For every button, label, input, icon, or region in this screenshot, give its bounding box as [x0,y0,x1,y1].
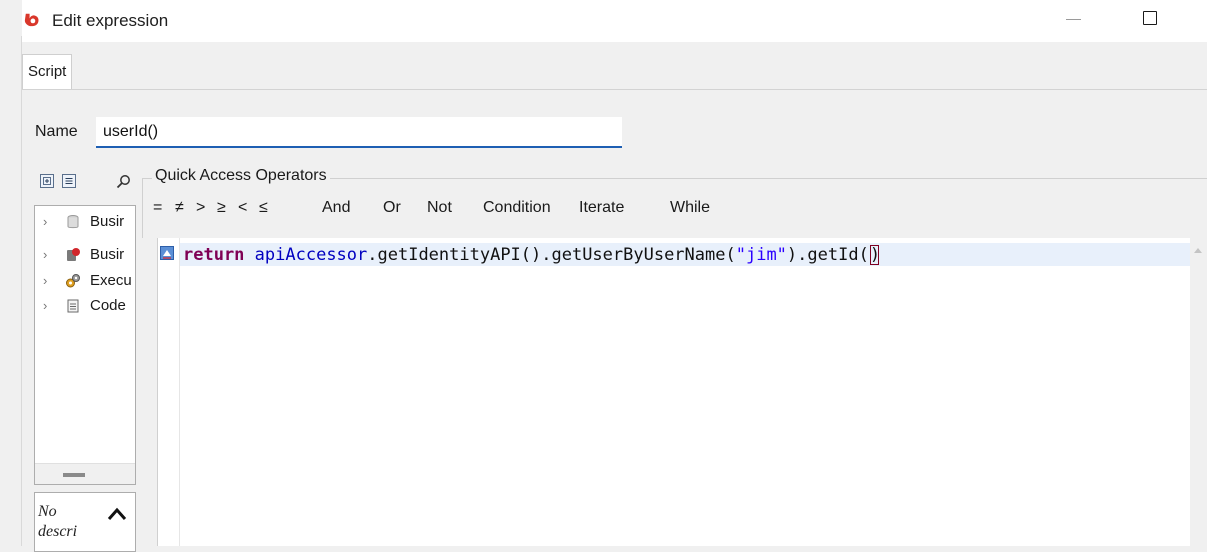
quick-access-title: Quick Access Operators [152,167,330,185]
chevron-right-icon[interactable]: › [43,295,47,317]
name-label: Name [35,123,78,140]
gears-icon [66,274,80,288]
tab-bar: Script [22,54,1207,90]
tree-item-label: Execu [90,272,132,289]
code-method-chain: .getIdentityAPI().getUserByUserName( [367,245,736,265]
operator-less-equal[interactable]: ≤ [259,199,268,217]
chevron-right-icon[interactable]: › [43,270,47,292]
operator-equals[interactable]: = [153,199,162,217]
chevron-up-icon[interactable] [107,507,127,521]
operator-iterate[interactable]: Iterate [579,199,624,217]
chevron-right-icon[interactable]: › [43,211,47,233]
operator-greater[interactable]: > [196,199,205,217]
description-text: No descri [38,503,78,540]
title-bar: Edit expression [22,0,1207,42]
operator-less[interactable]: < [238,199,247,217]
chevron-right-icon[interactable]: › [43,244,47,266]
code-keyword: return [183,245,245,265]
operator-while[interactable]: While [670,199,710,217]
code-method-chain-end: ).getId( [786,245,869,265]
tree-item-business-objects[interactable]: › Busir [35,244,135,266]
tree-item-label: Busir [90,246,125,263]
code-closing-paren: ) [869,245,881,265]
vertical-scrollbar[interactable] [1190,238,1207,546]
tree-item-label: Busir [90,213,125,230]
scrollbar-thumb[interactable] [63,473,85,477]
tree-item-label: Code [90,297,126,314]
expand-all-icon[interactable] [40,174,54,188]
code-identifier: apiAccessor [254,245,368,265]
operator-and[interactable]: And [322,199,350,217]
operator-not-equals[interactable]: ≠ [175,199,184,217]
quick-fix-marker-icon[interactable] [160,246,174,260]
operator-greater-equal[interactable]: ≥ [217,199,226,217]
collapse-all-icon[interactable] [62,174,76,188]
operator-condition[interactable]: Condition [483,199,551,217]
database-icon [67,215,79,229]
tree-item-business-data[interactable]: › Busir [35,211,135,233]
business-object-icon [67,248,80,261]
code-line[interactable]: return apiAccessor.getIdentityAPI().getU… [183,245,881,265]
code-string-literal: "jim" [735,245,787,265]
window-left-border [21,36,22,546]
operator-or[interactable]: Or [383,199,401,217]
editor-ruler [158,238,180,546]
bracket-match-box: ) [869,245,881,265]
maximize-icon[interactable] [1143,11,1157,25]
scroll-up-arrow-icon[interactable] [1194,248,1202,253]
bonita-logo-icon [24,13,39,27]
tab-script[interactable]: Script [22,54,73,89]
description-panel: No descri [34,492,136,552]
search-icon[interactable] [116,174,131,189]
tree-item-code-templates[interactable]: › Code [35,295,135,317]
window-title: Edit expression [52,11,169,30]
operator-not[interactable]: Not [427,199,452,217]
horizontal-scrollbar[interactable] [35,463,135,484]
minimize-icon[interactable] [1066,19,1081,20]
document-icon [67,299,79,313]
variables-tree[interactable]: › Busir › Busir › Execu › Code [34,205,136,485]
tree-item-execution-context[interactable]: › Execu [35,270,135,292]
current-line-highlight: return apiAccessor.getIdentityAPI().getU… [180,243,1191,266]
name-input[interactable] [96,117,622,148]
window-left-gutter [0,0,22,546]
script-editor[interactable]: return apiAccessor.getIdentityAPI().getU… [157,238,1191,546]
